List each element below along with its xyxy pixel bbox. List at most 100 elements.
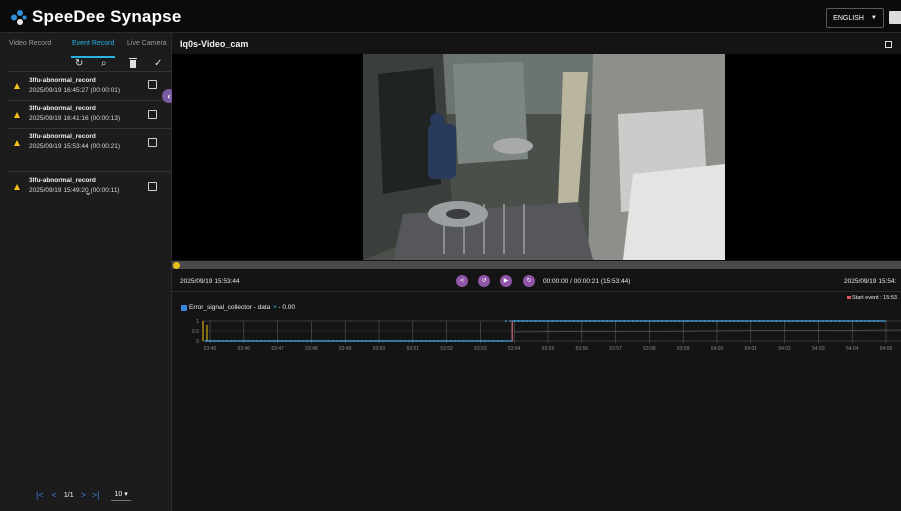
data-point: [555, 320, 558, 322]
data-point: [374, 340, 376, 342]
data-point: [610, 320, 613, 322]
tab-live-camera[interactable]: Live Camera: [127, 40, 167, 47]
data-point: [564, 320, 567, 322]
data-point: [306, 340, 309, 342]
record-checkbox[interactable]: [148, 110, 157, 119]
x-tick-label: 53:45: [204, 346, 217, 352]
check-icon[interactable]: ✓: [154, 57, 162, 71]
data-point: [538, 320, 541, 322]
forward-icon[interactable]: ↻: [523, 275, 535, 287]
x-tick-label: 53:51: [407, 346, 420, 352]
video-player[interactable]: [172, 54, 901, 260]
x-tick-label: 53:47: [271, 346, 284, 352]
data-point: [788, 320, 790, 322]
first-page-icon[interactable]: |<: [36, 490, 44, 500]
data-point: [509, 320, 512, 322]
data-point: [395, 340, 398, 342]
chevron-down-icon: ▼: [870, 15, 877, 21]
data-point: [733, 320, 736, 322]
chart-legend[interactable]: Error_signal_collector - data :• - 0.00: [181, 304, 295, 311]
play-icon[interactable]: ▶: [500, 275, 512, 287]
record-name: 3lfu-abnormal_record: [29, 77, 96, 84]
language-select[interactable]: ENGLISH ▼: [826, 8, 884, 28]
signal-chart[interactable]: 53:45 53:46 53:47 53:48 53:49 53:50 53:51 53:52…: [172, 313, 901, 383]
data-point: [602, 320, 605, 322]
data-point: [767, 320, 769, 322]
refresh-icon[interactable]: ↻: [75, 57, 83, 71]
data-point: [378, 340, 381, 342]
next-page-icon[interactable]: >: [81, 490, 86, 500]
data-point: [340, 340, 343, 342]
x-tick-label: 54:02: [778, 346, 791, 352]
legend-value: - 0.00: [278, 304, 296, 311]
data-point: [462, 340, 465, 342]
last-page-icon[interactable]: >|: [92, 490, 100, 500]
data-point: [310, 340, 313, 342]
end-timestamp: 2025/09/19 15:54:: [844, 278, 897, 285]
search-icon[interactable]: ⌕: [101, 57, 107, 71]
data-point: [661, 320, 664, 322]
sidebar: Video Record Event Record Live Camera ↻ …: [0, 33, 172, 511]
data-point: [779, 320, 782, 322]
data-point: [416, 340, 419, 342]
tab-video-record[interactable]: Video Record: [9, 40, 51, 47]
record-checkbox[interactable]: [148, 182, 157, 191]
data-point: [682, 320, 685, 322]
record-checkbox[interactable]: [148, 80, 157, 89]
legend-checkbox[interactable]: [181, 304, 187, 311]
app-logo: SpeeDee Synapse: [10, 7, 181, 27]
data-point: [627, 320, 630, 322]
data-point: [243, 340, 245, 342]
data-point: [323, 340, 326, 342]
list-item[interactable]: 3lfu-abnormal_record 2025/09/19 16:45:27…: [8, 71, 171, 101]
list-item[interactable]: 3lfu-abnormal_record 2025/09/19 15:49:20…: [8, 171, 171, 201]
rewind-icon[interactable]: ↺: [478, 275, 490, 287]
legend-label: Error_signal_collector - data: [189, 304, 271, 311]
progress-handle[interactable]: [173, 262, 180, 269]
manual-book-icon[interactable]: [889, 11, 901, 24]
data-point: [843, 320, 845, 322]
record-checkbox[interactable]: [148, 138, 157, 147]
data-point: [593, 320, 596, 322]
data-point: [631, 320, 634, 322]
fullscreen-icon[interactable]: [885, 41, 892, 48]
data-point: [809, 320, 812, 322]
data-point: [420, 340, 423, 342]
data-point: [821, 320, 824, 322]
data-point: [648, 320, 651, 322]
data-point: [551, 320, 554, 322]
tab-event-record[interactable]: Event Record: [72, 40, 114, 47]
share-icon[interactable]: ≺: [456, 275, 468, 287]
trash-icon[interactable]: [129, 58, 137, 68]
data-point: [568, 320, 571, 322]
data-point: [386, 340, 389, 342]
data-point: [644, 320, 647, 322]
x-tick-label: 54:01: [745, 346, 758, 352]
data-point: [289, 340, 292, 342]
data-point: [285, 340, 288, 342]
prev-page-icon[interactable]: <: [52, 490, 57, 500]
series-swatch-icon: :•: [272, 304, 277, 311]
data-point: [800, 320, 803, 322]
data-point: [412, 340, 414, 342]
list-item[interactable]: 3lfu-abnormal_record 2025/09/19 16:41:16…: [8, 100, 171, 129]
data-point: [500, 340, 503, 342]
divider: [172, 291, 901, 292]
data-point: [407, 340, 410, 342]
data-point: [492, 340, 495, 342]
data-point: [686, 320, 689, 322]
x-tick-label: 53:59: [677, 346, 690, 352]
data-point: [745, 320, 748, 322]
record-toolbar: ↻ ⌕ ✓: [0, 57, 171, 71]
app-name: SpeeDee Synapse: [32, 7, 182, 26]
data-point: [327, 340, 330, 342]
top-bar: SpeeDee Synapse ENGLISH ▼: [0, 0, 901, 33]
data-point: [298, 340, 300, 342]
data-point: [619, 320, 621, 322]
list-item[interactable]: 3lfu-abnormal_record 2025/09/19 15:53:44…: [8, 128, 171, 172]
video-progress-bar[interactable]: [172, 261, 901, 269]
page-size-select[interactable]: 10 ▾: [111, 490, 131, 501]
x-tick-label: 53:57: [609, 346, 622, 352]
language-value: ENGLISH: [833, 14, 864, 22]
data-point: [864, 320, 866, 322]
